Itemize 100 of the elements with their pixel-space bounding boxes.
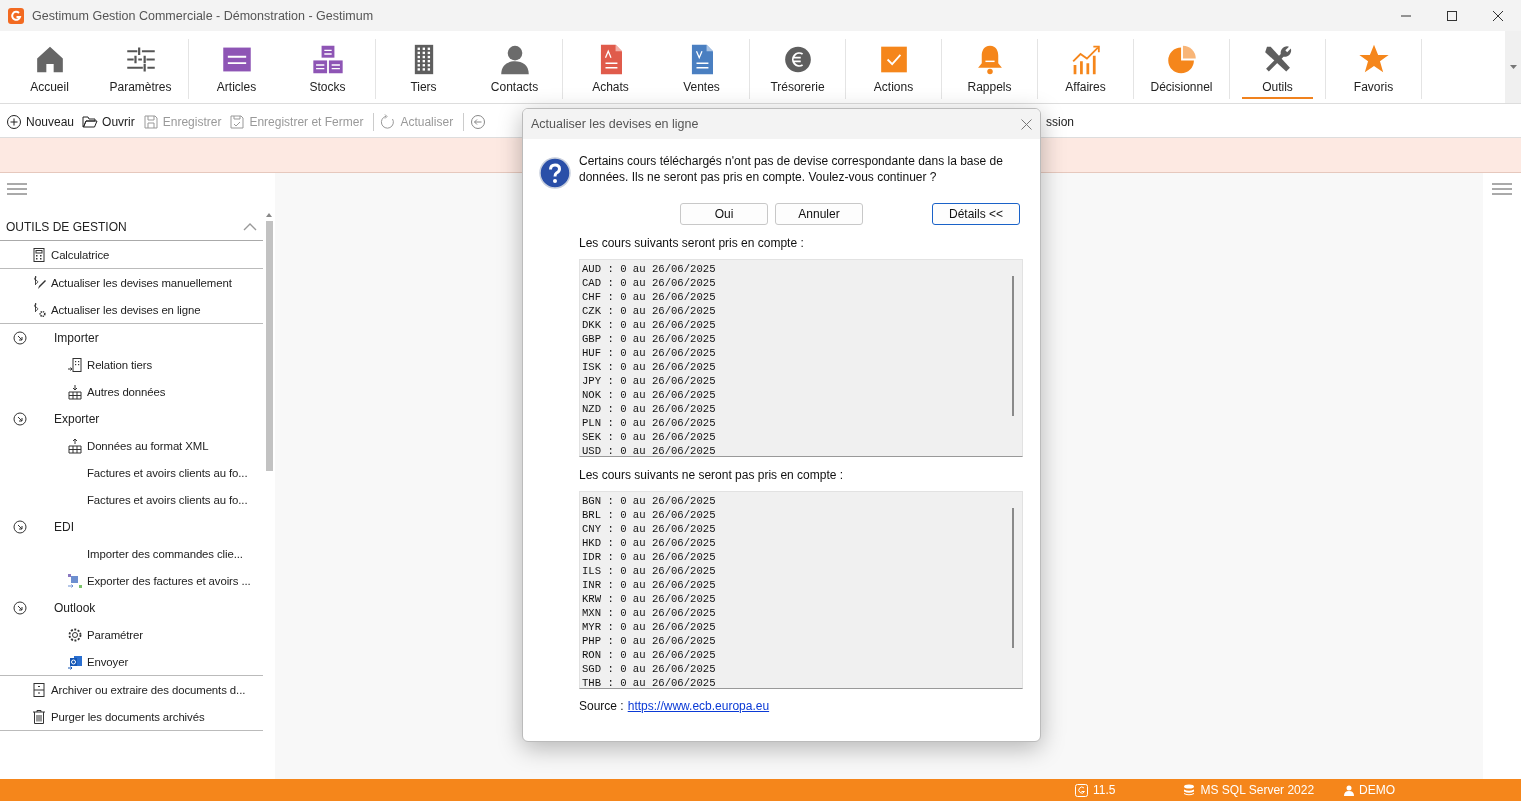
tree-item[interactable]: Actualiser les devises en ligne: [0, 296, 263, 323]
user-icon: [1344, 784, 1355, 796]
tree-item[interactable]: Purger les documents archivés: [0, 703, 263, 730]
list-row-text: NOK : 0 au 26/06/2025: [582, 388, 717, 402]
tree-item[interactable]: Autres données: [0, 378, 263, 405]
tree-item[interactable]: Importer des commandes clie...: [0, 540, 263, 567]
list-row-text: PLN : 0 au 26/06/2025: [582, 416, 717, 430]
maximize-icon: [1447, 10, 1457, 21]
dialog-title: Actualiser les devises en ligne: [531, 117, 699, 131]
menu-icon[interactable]: [1492, 183, 1512, 195]
ribbon-tab[interactable]: Outils: [1232, 39, 1323, 99]
ribbon-tab[interactable]: Ventes: [656, 39, 747, 99]
close-icon[interactable]: [1021, 118, 1032, 130]
close-icon: [1493, 10, 1503, 21]
ribbon-tab[interactable]: Contacts: [469, 39, 560, 99]
ribbon-tab[interactable]: Achats: [565, 39, 656, 99]
floppy-icon: [142, 114, 159, 130]
list-row-text: SEK : 0 au 26/06/2025: [582, 430, 717, 444]
version-text: 11.5: [1093, 783, 1116, 797]
list-row-text: MXN : 0 au 26/06/2025: [582, 606, 717, 620]
list-row-text: GBP : 0 au 26/06/2025: [582, 332, 717, 346]
source-link[interactable]: https://www.ecb.europa.eu: [627, 699, 770, 713]
ribbon-tab[interactable]: Trésorerie: [752, 39, 843, 99]
ribbon-tab[interactable]: Favoris: [1328, 39, 1419, 99]
list-row-text: BGN : 0 au 26/06/2025: [582, 494, 717, 508]
user-text: DEMO: [1359, 783, 1396, 797]
window-title: Gestimum Gestion Commerciale - Démonstration - Gestimum: [32, 8, 375, 23]
tree-group[interactable]: EDI: [0, 513, 263, 540]
list-row-text: MYR : 0 au 26/06/2025: [582, 620, 717, 634]
tree-item[interactable]: Paramétrer: [0, 621, 263, 648]
list-row-text: USD : 0 au 26/06/2025: [582, 444, 717, 456]
list-row-text: ISK : 0 au 26/06/2025: [582, 360, 717, 374]
tree-item[interactable]: Factures et avoirs clients au fo...: [0, 486, 263, 513]
list-row-text: PHP : 0 au 26/06/2025: [582, 634, 717, 648]
list-label: Les cours suivants ne seront pas pris en compte :: [579, 468, 845, 482]
scrollbar-thumb[interactable]: [265, 221, 273, 471]
tree-item[interactable]: Relation tiers: [0, 351, 263, 378]
calculator-icon: [31, 246, 47, 263]
ribbon-tab[interactable]: Accueil: [4, 39, 95, 99]
dialog-button[interactable]: Oui: [680, 203, 768, 225]
folder-icon: [82, 114, 99, 130]
gear-icon: [67, 626, 83, 643]
ribbon-tab[interactable]: Actions: [848, 39, 939, 99]
ribbon-tab[interactable]: Décisionnel: [1136, 39, 1227, 99]
list-row-text: RON : 0 au 26/06/2025: [582, 648, 717, 662]
tree-item[interactable]: Envoyer: [0, 648, 263, 675]
trash-icon: [31, 708, 47, 725]
grid-upload-icon: [67, 437, 83, 454]
list-row-text: SGD : 0 au 26/06/2025: [582, 662, 717, 676]
ribbon-tab[interactable]: Paramètres: [95, 39, 186, 99]
app-logo-icon: [1075, 783, 1088, 797]
tree-item[interactable]: Actualiser les devises manuellement: [0, 269, 263, 296]
caret-icon: [1509, 65, 1517, 69]
list-row-text: CZK : 0 au 26/06/2025: [582, 304, 717, 318]
caret-icon: [266, 213, 272, 217]
mail-app-icon: [67, 653, 83, 670]
tree-group[interactable]: Outlook: [0, 594, 263, 621]
dialog-message: Certains cours téléchargés n'ont pas de devise correspondante dans la base de données. Ils ne seront pas pris en compte. Voulez-vous continuer ?: [579, 153, 1004, 185]
dollar-gear-icon: [31, 301, 47, 318]
refresh-icon: [380, 114, 397, 130]
ribbon-tab[interactable]: Stocks: [282, 39, 373, 99]
tree-item[interactable]: Factures et avoirs clients au fo...: [0, 459, 263, 486]
list-row-text: BRL : 0 au 26/06/2025: [582, 508, 717, 522]
list-row-text: CNY : 0 au 26/06/2025: [582, 522, 717, 536]
menu-icon[interactable]: [7, 183, 27, 195]
tree-item[interactable]: Données au format XML: [0, 432, 263, 459]
tree-item[interactable]: Archiver ou extraire des documents d...: [0, 676, 263, 703]
toolbar-button[interactable]: Nouveau: [6, 114, 83, 130]
grid-download-icon: [67, 383, 83, 400]
tree-item[interactable]: Calculatrice: [0, 241, 263, 268]
dialog-button[interactable]: Détails <<: [932, 203, 1020, 225]
dialog-button[interactable]: Annuler: [775, 203, 863, 225]
tree-group[interactable]: Exporter: [0, 405, 263, 432]
list-row-text: CAD : 0 au 26/06/2025: [582, 276, 717, 290]
list-row-text: THB : 0 au 26/06/2025: [582, 676, 717, 688]
plus-circle-icon: [6, 114, 22, 130]
list-row-text: NZD : 0 au 26/06/2025: [582, 402, 717, 416]
panel-header[interactable]: OUTILS DE GESTION: [0, 213, 263, 241]
ribbon-tab[interactable]: Affaires: [1040, 39, 1131, 99]
database-icon: [1183, 784, 1196, 796]
app-logo-icon: [8, 7, 24, 24]
network-icon: [67, 572, 83, 589]
list-row-text: IDR : 0 au 26/06/2025: [582, 550, 717, 564]
building-arrow-icon: [67, 356, 83, 373]
dollar-pencil-icon: [31, 274, 47, 291]
source-label: Source :: [579, 699, 624, 713]
ribbon-tab[interactable]: Tiers: [378, 39, 469, 99]
list-row-text: CHF : 0 au 26/06/2025: [582, 290, 717, 304]
question-icon: [539, 157, 571, 189]
list-label: Les cours suivants seront pris en compte :: [579, 236, 805, 250]
ribbon-tab[interactable]: Articles: [191, 39, 282, 99]
ribbon-tab[interactable]: Rappels: [944, 39, 1035, 99]
tree-item[interactable]: Exporter des factures et avoirs ...: [0, 567, 263, 594]
list-row-text: HKD : 0 au 26/06/2025: [582, 536, 717, 550]
floppy-check-icon: [229, 114, 246, 130]
toolbar-button[interactable]: Ouvrir: [82, 114, 143, 130]
list-row-text: KRW : 0 au 26/06/2025: [582, 592, 717, 606]
archive-icon: [31, 681, 47, 698]
toolbar-button-label[interactable]: ssion: [1046, 115, 1074, 129]
tree-group[interactable]: Importer: [0, 324, 263, 351]
